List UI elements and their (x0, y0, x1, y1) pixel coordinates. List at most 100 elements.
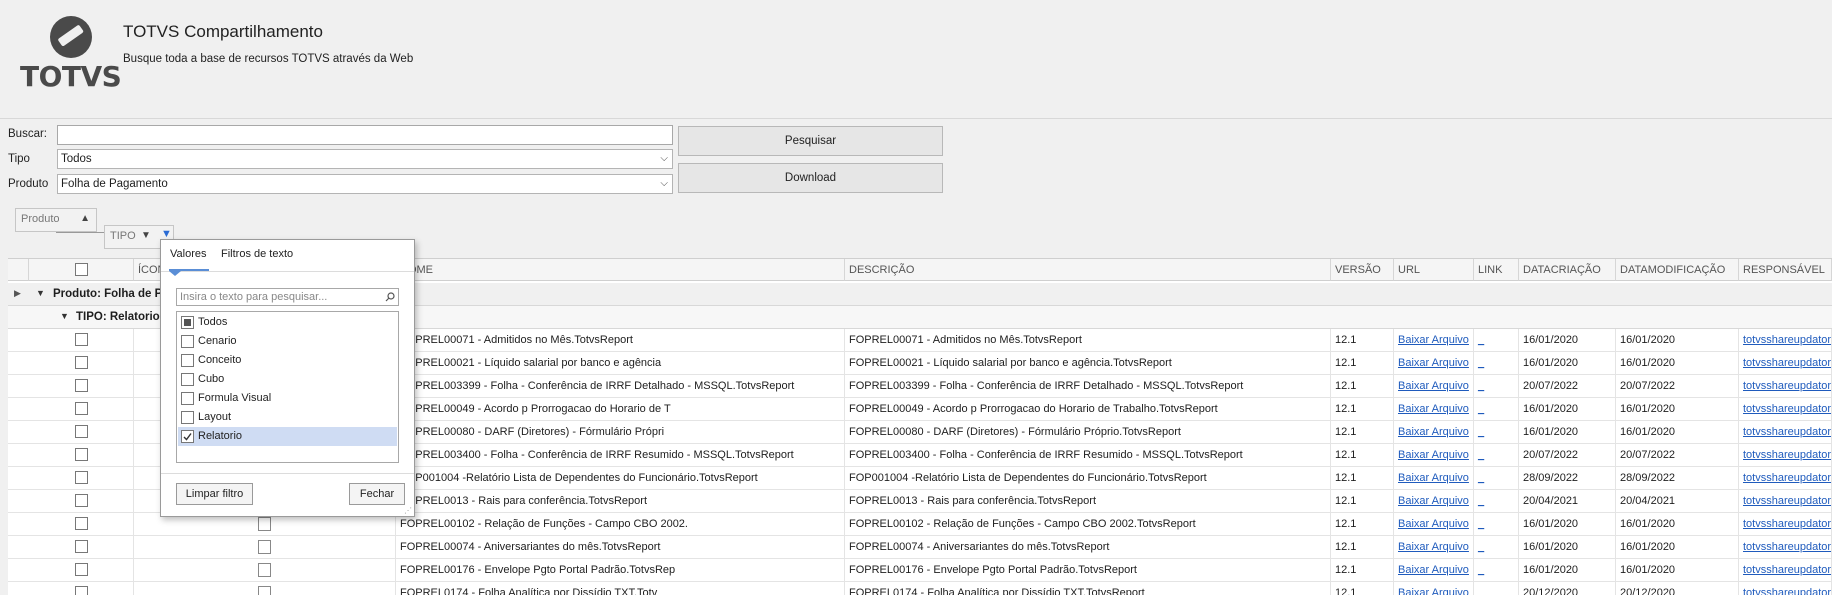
collapse-icon[interactable]: ▼ (60, 311, 69, 321)
filter-item-relatorio[interactable]: Relatorio (178, 427, 397, 446)
cell-url[interactable]: Baixar Arquivo (1398, 495, 1469, 507)
row-select-cell[interactable] (29, 490, 134, 513)
filter-item-cenario[interactable]: Cenario (178, 332, 397, 351)
row-select-cell[interactable] (29, 536, 134, 559)
row-select-cell[interactable] (29, 421, 134, 444)
row-checkbox[interactable] (74, 471, 88, 484)
checkbox[interactable] (181, 335, 194, 348)
grid-header-select-all[interactable] (29, 259, 134, 281)
cell-link-container[interactable]: _ (1474, 582, 1519, 595)
checkbox[interactable] (181, 411, 194, 424)
cell-url-container[interactable]: Baixar Arquivo (1394, 398, 1474, 421)
cell-url[interactable]: Baixar Arquivo (1398, 334, 1469, 346)
grid-header-datamodificacao[interactable]: DATAMODIFICAÇÃO (1616, 259, 1739, 281)
cell-responsavel[interactable]: totvsshareupdator (1743, 564, 1831, 576)
row-checkbox[interactable] (74, 494, 88, 507)
row-checkbox[interactable] (74, 379, 88, 392)
cell-responsavel-container[interactable]: totvsshareupdator (1739, 536, 1832, 559)
cell-responsavel[interactable]: totvsshareupdator (1743, 426, 1831, 438)
cell-responsavel[interactable]: totvsshareupdator (1743, 403, 1831, 415)
cell-responsavel[interactable]: totvsshareupdator (1743, 334, 1831, 346)
cell-link-container[interactable]: _ (1474, 536, 1519, 559)
filter-item-layout[interactable]: Layout (178, 408, 397, 427)
checkbox[interactable] (181, 354, 194, 367)
checkbox[interactable] (181, 373, 194, 386)
cell-link-container[interactable]: _ (1474, 329, 1519, 352)
cell-link-container[interactable]: _ (1474, 352, 1519, 375)
cell-responsavel-container[interactable]: totvsshareupdator (1739, 582, 1832, 595)
cell-responsavel-container[interactable]: totvsshareupdator (1739, 467, 1832, 490)
clear-filter-button[interactable]: Limpar filtro (176, 483, 253, 505)
cell-url[interactable]: Baixar Arquivo (1398, 541, 1469, 553)
cell-url-container[interactable]: Baixar Arquivo (1394, 582, 1474, 595)
cell-link[interactable]: _ (1478, 357, 1484, 369)
cell-url-container[interactable]: Baixar Arquivo (1394, 513, 1474, 536)
grid-header-descricao[interactable]: DESCRIÇÃO (845, 259, 1331, 281)
cell-link[interactable]: _ (1478, 587, 1484, 595)
cell-link-container[interactable]: _ (1474, 444, 1519, 467)
cell-responsavel[interactable]: totvsshareupdator (1743, 587, 1831, 595)
cell-url-container[interactable]: Baixar Arquivo (1394, 375, 1474, 398)
cell-url[interactable]: Baixar Arquivo (1398, 357, 1469, 369)
row-select-cell[interactable] (29, 375, 134, 398)
checkbox[interactable] (181, 392, 194, 405)
cell-url-container[interactable]: Baixar Arquivo (1394, 536, 1474, 559)
filter-item-conceito[interactable]: Conceito (178, 351, 397, 370)
row-checkbox[interactable] (74, 517, 88, 530)
row-checkbox[interactable] (74, 425, 88, 438)
cell-responsavel-container[interactable]: totvsshareupdator (1739, 559, 1832, 582)
cell-responsavel-container[interactable]: totvsshareupdator (1739, 444, 1832, 467)
row-select-cell[interactable] (29, 582, 134, 595)
buscar-input[interactable] (57, 125, 673, 145)
cell-url[interactable]: Baixar Arquivo (1398, 449, 1469, 461)
cell-link-container[interactable]: _ (1474, 398, 1519, 421)
cell-url[interactable]: Baixar Arquivo (1398, 564, 1469, 576)
grid-header-versao[interactable]: VERSÃO (1331, 259, 1394, 281)
cell-responsavel-container[interactable]: totvsshareupdator (1739, 352, 1832, 375)
grid-header-url[interactable]: URL (1394, 259, 1474, 281)
resize-grip-icon[interactable]: ⋰ (404, 506, 412, 515)
row-checkbox[interactable] (74, 402, 88, 415)
cell-link[interactable]: _ (1478, 541, 1484, 553)
cell-responsavel-container[interactable]: totvsshareupdator (1739, 513, 1832, 536)
produto-select[interactable]: Folha de Pagamento ⌵ (57, 174, 673, 194)
table-row[interactable]: FOPREL0174 - Folha Analítica por Dissídi… (8, 582, 1832, 595)
cell-url-container[interactable]: Baixar Arquivo (1394, 467, 1474, 490)
download-button[interactable]: Download (678, 163, 943, 193)
cell-url-container[interactable]: Baixar Arquivo (1394, 352, 1474, 375)
cell-url-container[interactable]: Baixar Arquivo (1394, 444, 1474, 467)
select-all-checkbox[interactable] (74, 263, 88, 276)
cell-responsavel[interactable]: totvsshareupdator (1743, 541, 1831, 553)
cell-link[interactable]: _ (1478, 518, 1484, 530)
row-select-cell[interactable] (29, 467, 134, 490)
cell-responsavel-container[interactable]: totvsshareupdator (1739, 329, 1832, 352)
table-row[interactable]: FOPREL00176 - Envelope Pgto Portal Padrã… (8, 559, 1832, 582)
grid-header-responsavel[interactable]: RESPONSÁVEL (1739, 259, 1832, 281)
cell-link-container[interactable]: _ (1474, 490, 1519, 513)
tipo-select[interactable]: Todos ⌵ (57, 149, 673, 169)
row-checkbox[interactable] (74, 586, 88, 595)
cell-link[interactable]: _ (1478, 564, 1484, 576)
check-icon[interactable] (181, 430, 194, 443)
cell-url[interactable]: Baixar Arquivo (1398, 380, 1469, 392)
cell-url[interactable]: Baixar Arquivo (1398, 587, 1469, 595)
cell-url-container[interactable]: Baixar Arquivo (1394, 421, 1474, 444)
partial-checkbox[interactable] (181, 316, 194, 329)
filter-item-formula-visual[interactable]: Formula Visual (178, 389, 397, 408)
cell-url-container[interactable]: Baixar Arquivo (1394, 490, 1474, 513)
cell-url[interactable]: Baixar Arquivo (1398, 518, 1469, 530)
row-select-cell[interactable] (29, 559, 134, 582)
row-select-cell[interactable] (29, 398, 134, 421)
row-checkbox[interactable] (74, 356, 88, 369)
cell-responsavel-container[interactable]: totvsshareupdator (1739, 421, 1832, 444)
cell-responsavel[interactable]: totvsshareupdator (1743, 449, 1831, 461)
cell-link[interactable]: _ (1478, 426, 1484, 438)
cell-link[interactable]: _ (1478, 334, 1484, 346)
cell-link[interactable]: _ (1478, 472, 1484, 484)
cell-responsavel-container[interactable]: totvsshareupdator (1739, 398, 1832, 421)
tab-valores[interactable]: Valores (170, 248, 206, 260)
cell-responsavel[interactable]: totvsshareupdator (1743, 380, 1831, 392)
expand-icon[interactable]: ▶ (14, 288, 21, 299)
grid-header-nome[interactable]: NOME (396, 259, 845, 281)
filter-item-todos[interactable]: Todos (178, 313, 397, 332)
